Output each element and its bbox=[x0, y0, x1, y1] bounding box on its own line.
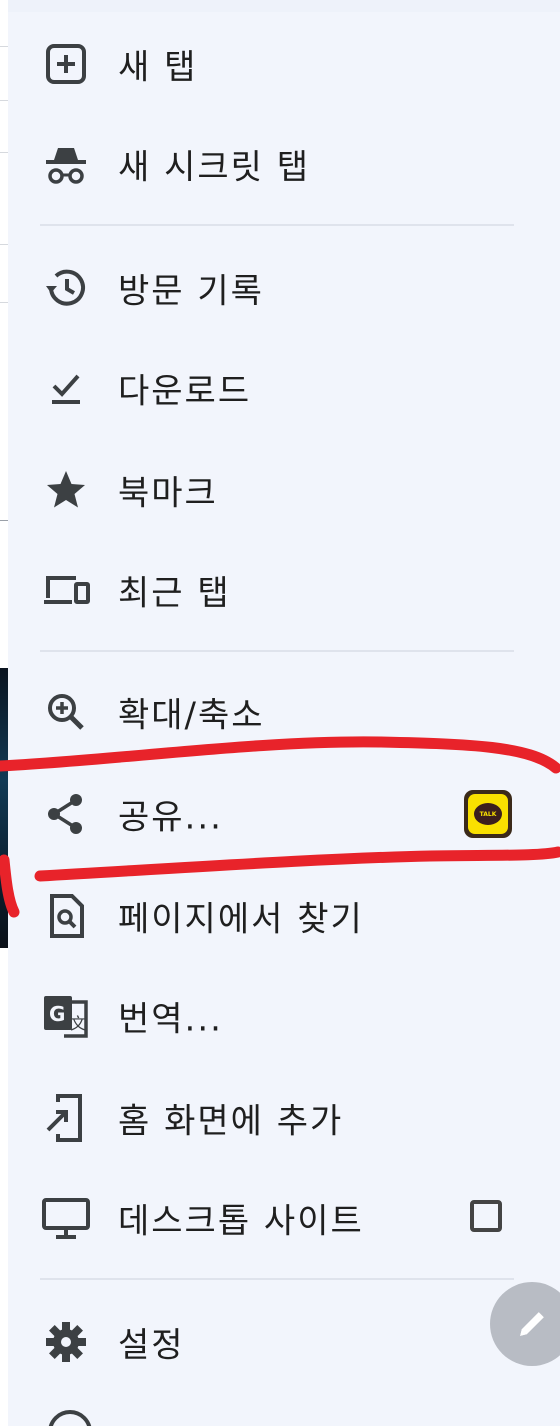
add-to-home-icon bbox=[40, 1092, 92, 1144]
menu-item-downloads[interactable]: 다운로드 bbox=[8, 338, 560, 438]
menu-item-share[interactable]: 공유... TALK bbox=[8, 764, 560, 864]
menu-divider bbox=[40, 224, 514, 226]
find-in-page-icon bbox=[40, 890, 92, 942]
menu-item-label: 설정 bbox=[118, 1325, 185, 1366]
pencil-icon bbox=[520, 1312, 544, 1336]
desktop-icon bbox=[40, 1192, 92, 1244]
star-icon bbox=[40, 464, 92, 516]
menu-item-recent-tabs[interactable]: 최근 탭 bbox=[8, 540, 560, 640]
menu-item-settings[interactable]: 설정 bbox=[8, 1292, 560, 1392]
menu-item-find-in-page[interactable]: 페이지에서 찾기 bbox=[8, 866, 560, 966]
menu-item-new-incognito-tab[interactable]: 새 시크릿 탭 bbox=[8, 114, 560, 214]
menu-item-add-to-home[interactable]: 홈 화면에 추가 bbox=[8, 1068, 560, 1168]
partial-icon bbox=[48, 1410, 92, 1426]
history-icon bbox=[40, 262, 92, 314]
kakaotalk-icon-inner: TALK bbox=[468, 794, 508, 834]
menu-item-translate[interactable]: G文 번역... bbox=[8, 966, 560, 1066]
devices-icon bbox=[40, 564, 92, 616]
zoom-icon bbox=[40, 686, 92, 738]
menu-item-partial[interactable] bbox=[8, 1400, 560, 1426]
kakaotalk-icon-bubble: TALK bbox=[474, 803, 502, 825]
menu-item-label: 새 탭 bbox=[118, 47, 198, 88]
menu-item-label: 최근 탭 bbox=[118, 573, 231, 614]
gear-icon bbox=[40, 1316, 92, 1368]
menu-item-label: 북마크 bbox=[118, 473, 218, 514]
overflow-menu: 새 탭 새 시크릿 탭 방문 기록 다운로드 북마크 최근 탭 확대/축소 공유… bbox=[8, 0, 560, 1426]
new-tab-icon bbox=[40, 38, 92, 90]
menu-top-edge bbox=[8, 0, 560, 12]
menu-divider bbox=[40, 650, 514, 652]
translate-icon: G文 bbox=[40, 990, 92, 1042]
menu-item-label: 다운로드 bbox=[118, 371, 252, 412]
menu-item-label: 확대/축소 bbox=[118, 695, 265, 736]
menu-item-desktop-site[interactable]: 데스크톱 사이트 bbox=[8, 1168, 560, 1268]
download-icon bbox=[40, 362, 92, 414]
share-icon bbox=[40, 788, 92, 840]
menu-item-label: 공유... bbox=[118, 797, 223, 838]
menu-item-zoom[interactable]: 확대/축소 bbox=[8, 662, 560, 762]
kakaotalk-icon[interactable]: TALK bbox=[464, 790, 512, 838]
menu-item-label: 새 시크릿 탭 bbox=[118, 147, 311, 188]
svg-text:G: G bbox=[49, 1002, 65, 1026]
desktop-site-checkbox[interactable] bbox=[470, 1200, 502, 1232]
menu-item-label: 페이지에서 찾기 bbox=[118, 899, 364, 940]
svg-text:文: 文 bbox=[70, 1014, 86, 1033]
menu-item-label: 방문 기록 bbox=[118, 271, 264, 312]
screen: 새 탭 새 시크릿 탭 방문 기록 다운로드 북마크 최근 탭 확대/축소 공유… bbox=[0, 0, 560, 1426]
menu-divider bbox=[40, 1278, 514, 1280]
menu-item-history[interactable]: 방문 기록 bbox=[8, 238, 560, 338]
incognito-icon bbox=[40, 138, 92, 190]
menu-item-new-tab[interactable]: 새 탭 bbox=[8, 14, 560, 114]
menu-item-label: 데스크톱 사이트 bbox=[118, 1201, 364, 1242]
menu-item-bookmarks[interactable]: 북마크 bbox=[8, 440, 560, 540]
menu-item-label: 번역... bbox=[118, 999, 223, 1040]
menu-item-label: 홈 화면에 추가 bbox=[118, 1101, 344, 1142]
